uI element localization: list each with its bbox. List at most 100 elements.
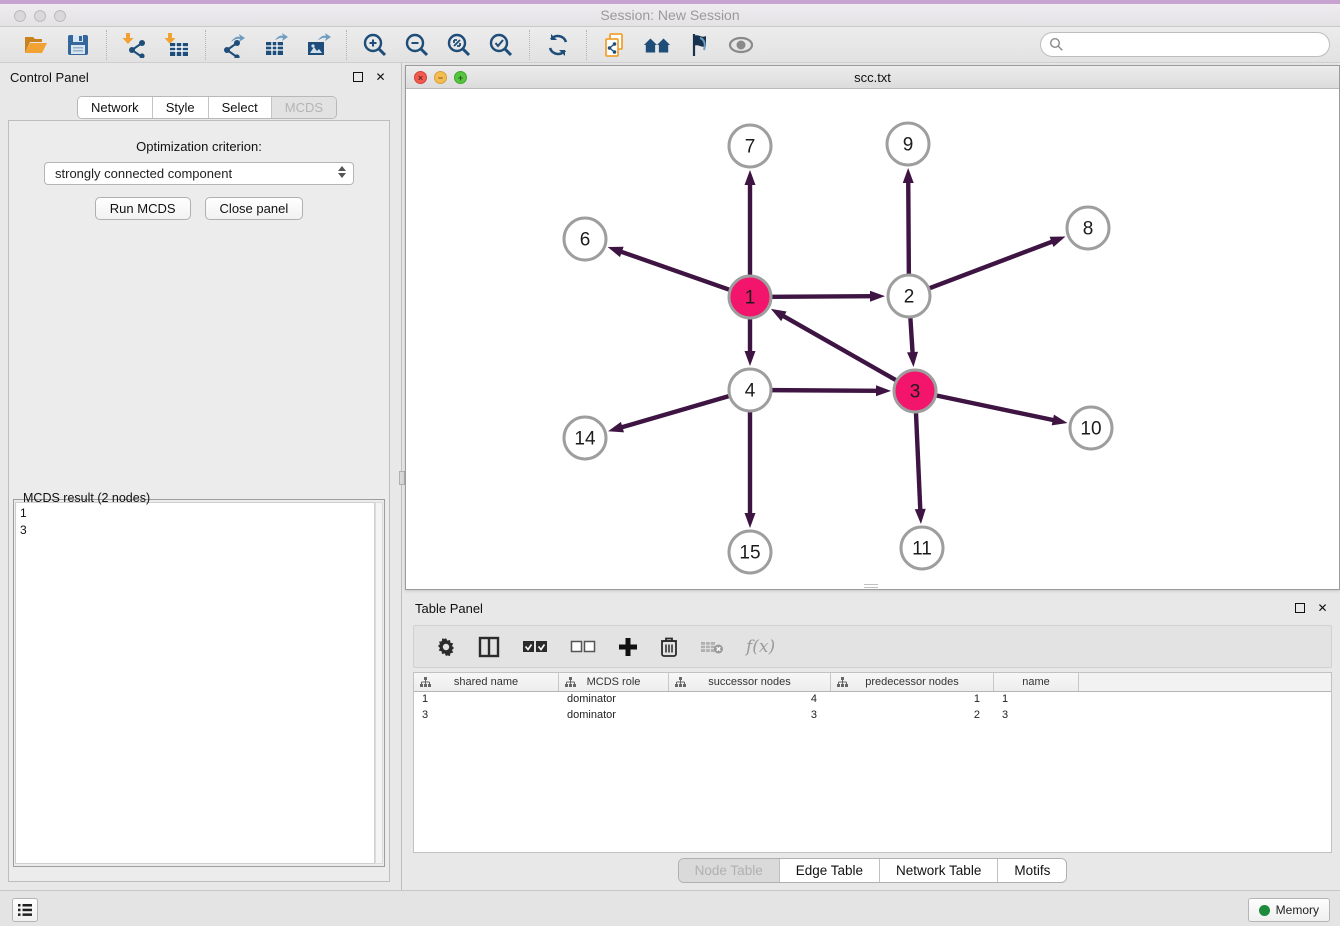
window-titlebar: Session: New Session xyxy=(0,0,1340,27)
column-header-successor-nodes[interactable]: successor nodes xyxy=(669,673,831,691)
attribute-type-icon xyxy=(675,677,686,688)
edge-4-14[interactable] xyxy=(621,396,729,428)
edge-arrowhead xyxy=(608,422,624,433)
export-image-icon[interactable] xyxy=(304,31,332,59)
edge-1-6[interactable] xyxy=(620,251,729,289)
edge-1-2[interactable] xyxy=(772,296,872,297)
edge-arrowhead xyxy=(745,170,756,185)
table-panel: Table Panel ✕ f(x) shared nameMCDS roles… xyxy=(405,595,1340,890)
tab-mcds[interactable]: MCDS xyxy=(272,97,336,118)
delete-row-trash-icon[interactable] xyxy=(660,632,678,662)
tab-edge-table[interactable]: Edge Table xyxy=(780,859,880,882)
graphics-details-icon[interactable] xyxy=(685,31,713,59)
cell-MCDS-role[interactable]: dominator xyxy=(559,708,669,724)
unselect-all-columns-icon[interactable] xyxy=(570,632,596,662)
float-table-panel-icon[interactable] xyxy=(1292,601,1307,616)
tab-network[interactable]: Network xyxy=(78,97,153,118)
network-close-icon[interactable]: × xyxy=(414,71,427,84)
cell-predecessor-nodes[interactable]: 2 xyxy=(831,708,994,724)
add-row-plus-icon[interactable] xyxy=(618,632,638,662)
close-panel-button[interactable]: Close panel xyxy=(205,197,304,220)
cell-shared-name[interactable]: 1 xyxy=(414,692,559,708)
cell-successor-nodes[interactable]: 3 xyxy=(669,708,831,724)
edge-arrowhead xyxy=(870,291,885,302)
tab-motifs[interactable]: Motifs xyxy=(998,859,1066,882)
node-label-6: 6 xyxy=(580,230,591,251)
table-row[interactable]: 3dominator323 xyxy=(414,708,1331,724)
edge-arrowhead xyxy=(1052,415,1068,426)
show-columns-icon[interactable] xyxy=(478,632,500,662)
cell-name[interactable]: 3 xyxy=(994,708,1079,724)
zoom-in-icon[interactable] xyxy=(361,31,389,59)
window-title: Session: New Session xyxy=(0,7,1340,23)
node-table[interactable]: shared nameMCDS rolesuccessor nodesprede… xyxy=(413,672,1332,853)
close-table-panel-icon[interactable]: ✕ xyxy=(1315,601,1330,616)
table-options-gear-icon[interactable] xyxy=(436,632,456,662)
cell-successor-nodes[interactable]: 4 xyxy=(669,692,831,708)
network-canvas-svg[interactable]: 7968124314101511 xyxy=(406,89,1339,589)
hide-details-eye-icon[interactable] xyxy=(727,31,755,59)
open-session-icon[interactable] xyxy=(22,31,50,59)
tab-network-table[interactable]: Network Table xyxy=(880,859,998,882)
save-session-icon[interactable] xyxy=(64,31,92,59)
zoom-out-icon[interactable] xyxy=(403,31,431,59)
control-panel: Control Panel ✕ NetworkStyleSelectMCDS O… xyxy=(0,63,398,890)
table-toolbar: f(x) xyxy=(413,625,1332,668)
edge-3-10[interactable] xyxy=(937,396,1055,421)
edge-2-9[interactable] xyxy=(908,181,909,274)
clone-network-icon[interactable] xyxy=(601,31,629,59)
select-all-columns-icon[interactable] xyxy=(522,632,548,662)
zoom-fit-icon[interactable] xyxy=(445,31,473,59)
tab-select[interactable]: Select xyxy=(209,97,272,118)
function-builder-icon: f(x) xyxy=(746,632,775,662)
edge-3-1[interactable] xyxy=(782,315,896,380)
cell-predecessor-nodes[interactable]: 1 xyxy=(831,692,994,708)
column-header-predecessor-nodes[interactable]: predecessor nodes xyxy=(831,673,994,691)
edge-4-3[interactable] xyxy=(772,390,878,391)
node-label-1: 1 xyxy=(745,288,756,309)
tab-style[interactable]: Style xyxy=(153,97,209,118)
mcds-result-title: MCDS result (2 nodes) xyxy=(21,491,152,505)
column-header-shared-name[interactable]: shared name xyxy=(414,673,559,691)
column-header-MCDS-role[interactable]: MCDS role xyxy=(559,673,669,691)
import-network-icon[interactable] xyxy=(121,31,149,59)
tab-node-table[interactable]: Node Table xyxy=(679,859,780,882)
node-table-header[interactable]: shared nameMCDS rolesuccessor nodesprede… xyxy=(414,673,1331,692)
node-label-9: 9 xyxy=(903,135,914,156)
edge-arrowhead xyxy=(745,513,756,528)
table-row[interactable]: 1dominator411 xyxy=(414,692,1331,708)
cell-MCDS-role[interactable]: dominator xyxy=(559,692,669,708)
first-neighbors-icon[interactable] xyxy=(643,31,671,59)
import-table-icon[interactable] xyxy=(163,31,191,59)
column-header-name[interactable]: name xyxy=(994,673,1079,691)
edge-2-8[interactable] xyxy=(930,241,1054,288)
edge-2-3[interactable] xyxy=(910,318,912,354)
memory-button-label: Memory xyxy=(1276,903,1319,917)
network-minimize-icon[interactable]: − xyxy=(434,71,447,84)
edge-arrowhead xyxy=(608,247,624,257)
cell-name[interactable]: 1 xyxy=(994,692,1079,708)
memory-button[interactable]: Memory xyxy=(1248,898,1330,922)
network-window-titlebar[interactable]: × − + scc.txt xyxy=(406,66,1339,89)
criterion-select[interactable]: strongly connected component xyxy=(44,162,354,185)
export-network-icon[interactable] xyxy=(220,31,248,59)
network-maximize-icon[interactable]: + xyxy=(454,71,467,84)
close-panel-icon[interactable]: ✕ xyxy=(373,70,388,85)
edge-3-11[interactable] xyxy=(916,413,920,511)
node-label-15: 15 xyxy=(739,543,760,564)
zoom-selected-icon[interactable] xyxy=(487,31,515,59)
result-scrollbar[interactable] xyxy=(375,502,383,864)
float-panel-icon[interactable] xyxy=(350,70,365,85)
search-box[interactable] xyxy=(1040,32,1330,57)
delete-table-icon[interactable] xyxy=(700,632,724,662)
memory-status-icon xyxy=(1259,905,1270,916)
export-table-icon[interactable] xyxy=(262,31,290,59)
search-input[interactable] xyxy=(1064,35,1329,55)
edge-arrowhead xyxy=(876,385,891,396)
mcds-result-textarea[interactable]: 1 3 xyxy=(15,502,375,864)
task-history-button[interactable] xyxy=(12,898,38,922)
run-mcds-button[interactable]: Run MCDS xyxy=(95,197,191,220)
refresh-icon[interactable] xyxy=(544,31,572,59)
network-resize-grip[interactable] xyxy=(864,584,878,588)
cell-shared-name[interactable]: 3 xyxy=(414,708,559,724)
